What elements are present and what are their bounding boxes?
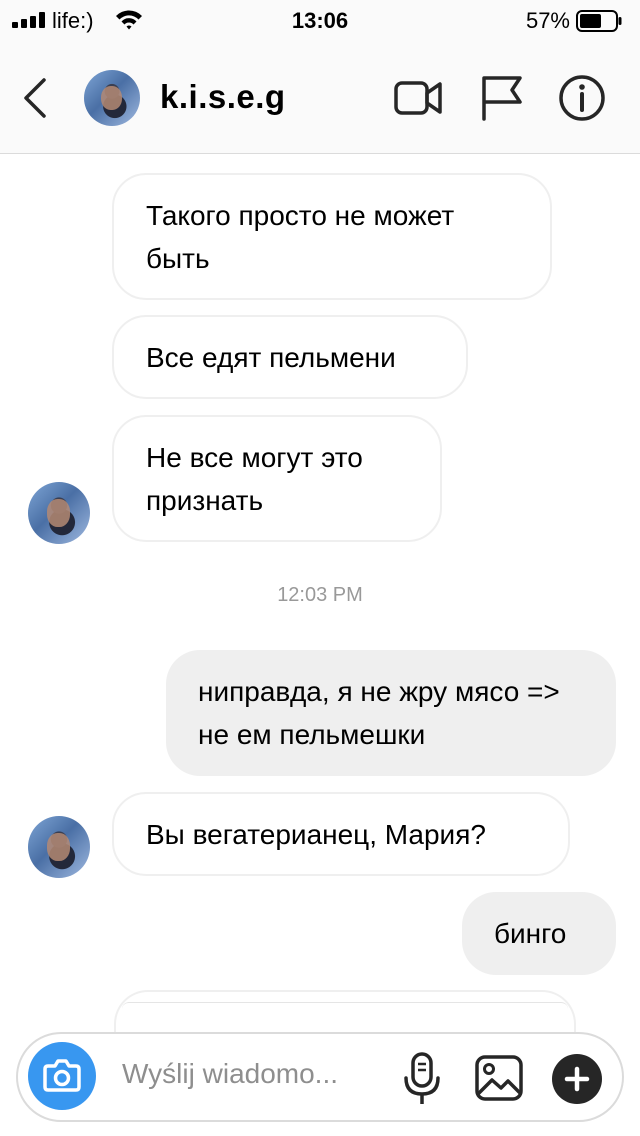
info-icon[interactable] <box>556 74 608 122</box>
incoming-message[interactable]: Такого просто не может быть <box>112 173 552 300</box>
message-timestamp: 12:03 PM <box>277 584 363 606</box>
incoming-message[interactable]: Не все могут это признать <box>112 415 442 542</box>
back-chevron-icon[interactable] <box>18 76 54 120</box>
conversation-header: k.i.s.e.g <box>0 40 640 154</box>
plus-icon <box>564 1066 590 1092</box>
incoming-message[interactable]: Все едят пельмени <box>112 315 468 399</box>
gallery-icon[interactable] <box>474 1054 524 1102</box>
sender-avatar[interactable] <box>28 482 90 544</box>
battery-percentage: 57% <box>525 8 570 33</box>
flag-icon[interactable] <box>476 74 528 122</box>
microphone-icon[interactable] <box>402 1052 442 1106</box>
avatar[interactable] <box>84 70 140 126</box>
camera-button[interactable] <box>28 1042 96 1110</box>
add-button[interactable] <box>552 1054 602 1104</box>
battery-icon <box>576 10 622 32</box>
camera-icon <box>43 1059 81 1092</box>
incoming-message[interactable]: Вы вегатерианец, Мария? <box>112 792 570 876</box>
status-bar: life:) 13:06 57% <box>0 0 640 40</box>
video-camera-icon[interactable] <box>392 74 444 122</box>
sender-avatar[interactable] <box>28 816 90 878</box>
outgoing-message[interactable]: ниправда, я не жру мясо => не ем пельмеш… <box>166 650 616 776</box>
message-input[interactable]: Wyślij wiadomo... <box>122 1058 392 1090</box>
outgoing-message[interactable]: бинго <box>462 892 616 975</box>
username[interactable]: k.i.s.e.g <box>160 78 286 116</box>
message-composer: Wyślij wiadomo... <box>16 1032 624 1122</box>
